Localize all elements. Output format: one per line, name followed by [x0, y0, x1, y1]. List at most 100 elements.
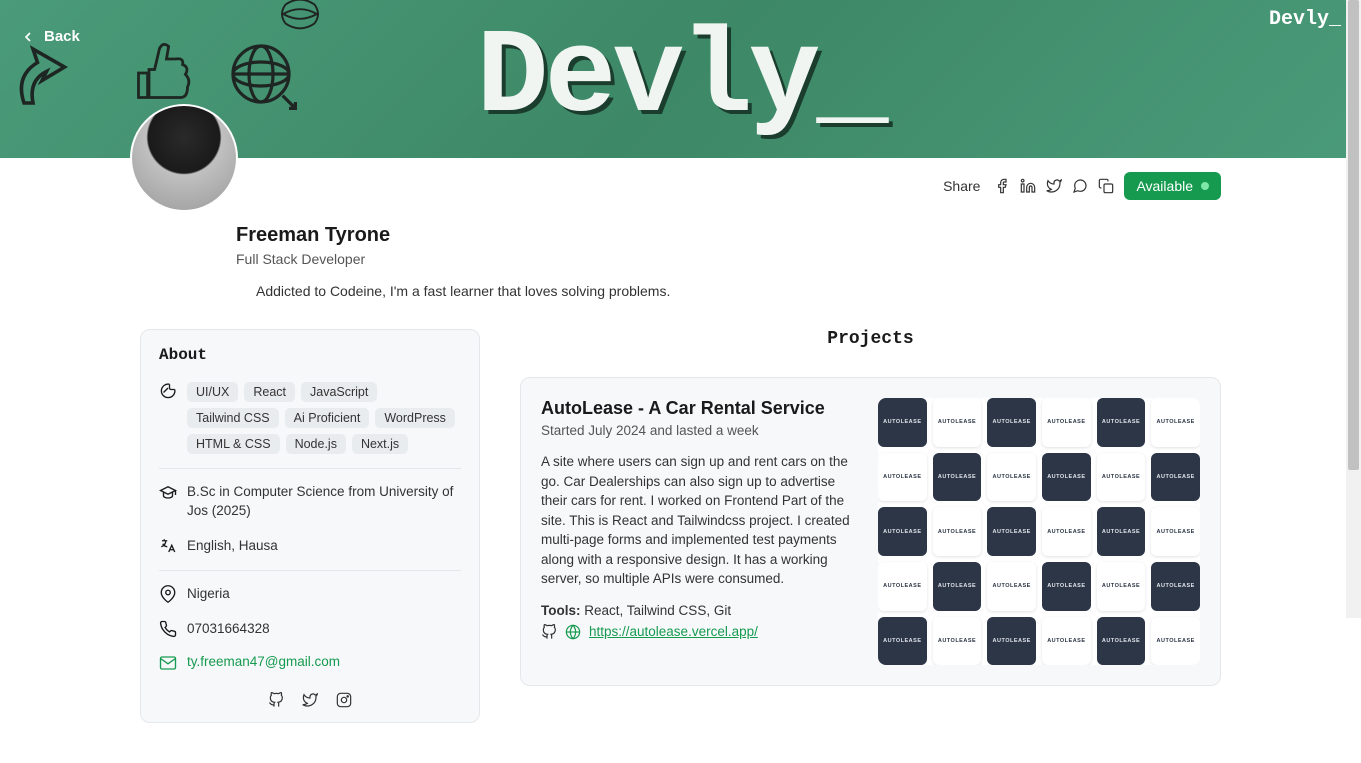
twitter-icon[interactable] [1046, 178, 1062, 194]
thumb-cell: AUTOLEASE [878, 507, 927, 556]
projects-section: Projects AutoLease - A Car Rental Servic… [520, 329, 1221, 686]
twitter-icon[interactable] [302, 692, 318, 708]
skill-chip: HTML & CSS [187, 434, 280, 454]
education-text: B.Sc in Computer Science from University… [187, 483, 461, 521]
translate-icon [159, 537, 177, 555]
email-link[interactable]: ty.freeman47@gmail.com [187, 654, 340, 669]
thumb-cell: AUTOLEASE [987, 398, 1036, 447]
thumb-cell: AUTOLEASE [933, 398, 982, 447]
languages-text: English, Hausa [187, 537, 278, 556]
skill-chip: WordPress [375, 408, 455, 428]
thumb-cell: AUTOLEASE [1042, 453, 1091, 502]
skill-chip: UI/UX [187, 382, 238, 402]
globe-icon[interactable] [565, 624, 581, 640]
project-title: AutoLease - A Car Rental Service [541, 398, 858, 419]
project-dates: Started July 2024 and lasted a week [541, 423, 858, 438]
back-label: Back [44, 28, 80, 45]
scrollbar-thumb[interactable] [1348, 0, 1359, 470]
scrollbar[interactable] [1346, 0, 1361, 618]
project-thumbnail: AUTOLEASEAUTOLEASEAUTOLEASEAUTOLEASEAUTO… [878, 398, 1200, 665]
skill-chip: JavaScript [301, 382, 377, 402]
copy-icon[interactable] [1098, 178, 1114, 194]
divider [159, 468, 461, 469]
thumb-cell: AUTOLEASE [987, 507, 1036, 556]
thumb-cell: AUTOLEASE [1042, 562, 1091, 611]
project-card: AutoLease - A Car Rental Service Started… [520, 377, 1221, 686]
tools-label: Tools: [541, 603, 581, 618]
thumb-cell: AUTOLEASE [1151, 507, 1200, 556]
thumb-cell: AUTOLEASE [1042, 398, 1091, 447]
skill-chip: React [244, 382, 295, 402]
about-heading: About [159, 346, 461, 364]
github-icon[interactable] [541, 624, 557, 640]
whatsapp-icon[interactable] [1072, 178, 1088, 194]
project-tools: Tools: React, Tailwind CSS, Git [541, 603, 858, 618]
about-phone-row: 07031664328 [159, 612, 461, 647]
thumb-cell: AUTOLEASE [878, 617, 927, 666]
thumb-cell: AUTOLEASE [1151, 398, 1200, 447]
graduation-cap-icon [159, 483, 177, 501]
status-dot-icon [1201, 182, 1209, 190]
phone-icon [159, 620, 177, 638]
projects-heading: Projects [520, 329, 1221, 349]
github-icon[interactable] [268, 692, 284, 708]
about-email-row: ty.freeman47@gmail.com [159, 646, 461, 680]
about-location-row: Nigeria [159, 577, 461, 612]
thumb-cell: AUTOLEASE [987, 562, 1036, 611]
profile-socials [159, 692, 461, 708]
thumb-cell: AUTOLEASE [1097, 453, 1146, 502]
thumb-cell: AUTOLEASE [1151, 453, 1200, 502]
project-info: AutoLease - A Car Rental Service Started… [541, 398, 858, 665]
thumb-cell: AUTOLEASE [878, 562, 927, 611]
about-education-row: B.Sc in Computer Science from University… [159, 475, 461, 529]
thumb-cell: AUTOLEASE [1097, 398, 1146, 447]
facebook-icon[interactable] [994, 178, 1010, 194]
identity-block: Freeman Tyrone Full Stack Developer [236, 224, 1361, 267]
back-button[interactable]: Back [20, 28, 80, 45]
thumb-cell: AUTOLEASE [1097, 617, 1146, 666]
availability-label: Available [1136, 178, 1193, 194]
share-icons [994, 178, 1114, 194]
phone-text: 07031664328 [187, 620, 270, 639]
thumb-cell: AUTOLEASE [878, 453, 927, 502]
project-link-row: https://autolease.vercel.app/ [541, 624, 858, 640]
share-label: Share [943, 178, 980, 194]
skill-chip: Next.js [352, 434, 408, 454]
skills-icon [159, 382, 177, 400]
skill-chips: UI/UX React JavaScript Tailwind CSS Ai Profi… [187, 382, 461, 454]
divider [159, 570, 461, 571]
thumb-cell: AUTOLEASE [933, 617, 982, 666]
about-languages-row: English, Hausa [159, 529, 461, 564]
location-text: Nigeria [187, 585, 230, 604]
skill-chip: Node.js [286, 434, 346, 454]
about-skills-row: UI/UX React JavaScript Tailwind CSS Ai Profi… [159, 374, 461, 462]
thumb-cell: AUTOLEASE [1097, 562, 1146, 611]
skill-chip: Ai Proficient [285, 408, 370, 428]
thumb-cell: AUTOLEASE [1097, 507, 1146, 556]
hero-title: Devly_ [476, 11, 884, 147]
about-card: About UI/UX React JavaScript Tailwind CSS Ai… [140, 329, 480, 723]
thumb-cell: AUTOLEASE [878, 398, 927, 447]
thumb-cell: AUTOLEASE [987, 617, 1036, 666]
thumb-cell: AUTOLEASE [1042, 507, 1091, 556]
instagram-icon[interactable] [336, 692, 352, 708]
main-content: About UI/UX React JavaScript Tailwind CSS Ai… [0, 299, 1361, 763]
skill-chip: Tailwind CSS [187, 408, 279, 428]
thumb-cell: AUTOLEASE [933, 453, 982, 502]
sub-header: Share Available [0, 158, 1361, 200]
thumb-cell: AUTOLEASE [1151, 562, 1200, 611]
thumb-cell: AUTOLEASE [933, 562, 982, 611]
brand-corner[interactable]: Devly_ [1269, 8, 1341, 31]
mail-icon [159, 654, 177, 672]
profile-role: Full Stack Developer [236, 251, 1361, 267]
thumb-cell: AUTOLEASE [1151, 617, 1200, 666]
tools-value: React, Tailwind CSS, Git [584, 603, 731, 618]
profile-name: Freeman Tyrone [236, 224, 1361, 247]
availability-badge[interactable]: Available [1124, 172, 1221, 200]
linkedin-icon[interactable] [1020, 178, 1036, 194]
thumb-cell: AUTOLEASE [987, 453, 1036, 502]
project-link[interactable]: https://autolease.vercel.app/ [589, 624, 758, 639]
map-pin-icon [159, 585, 177, 603]
avatar[interactable] [130, 104, 238, 212]
profile-bio: Addicted to Codeine, I'm a fast learner … [256, 283, 1361, 299]
